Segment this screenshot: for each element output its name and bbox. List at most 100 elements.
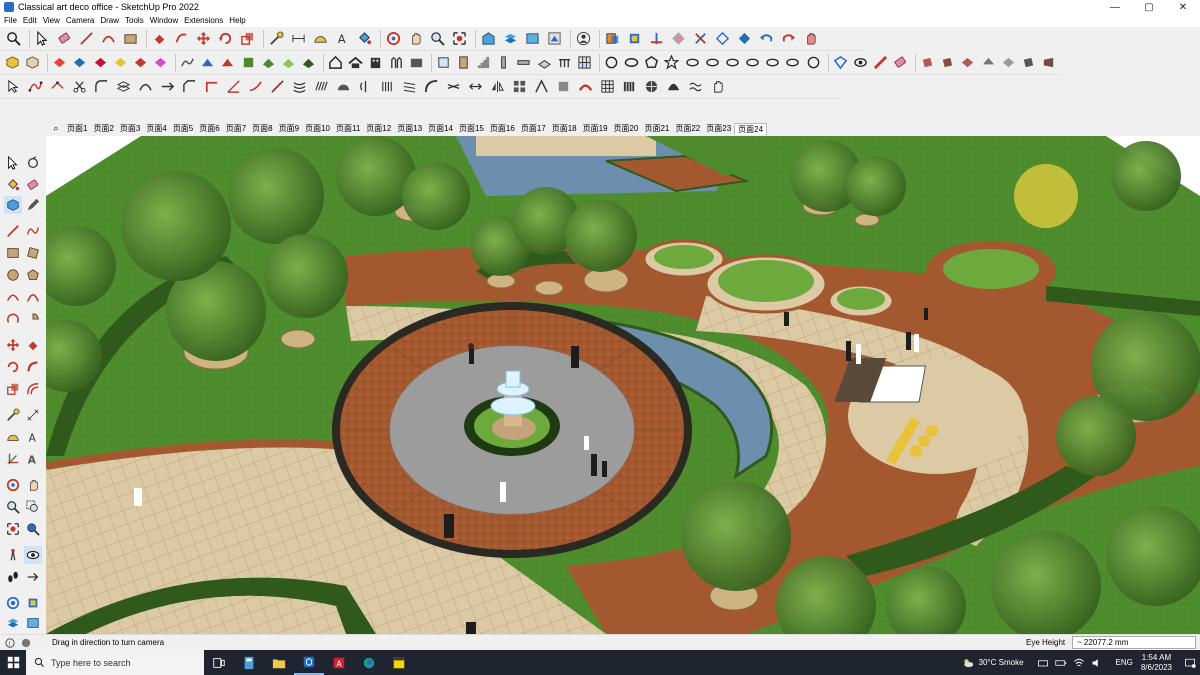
scene-tab-12[interactable]: 页面12 [363, 123, 394, 135]
axes-button[interactable] [647, 29, 666, 48]
weld-icon[interactable] [136, 77, 155, 96]
bars-icon[interactable] [620, 77, 639, 96]
zoom-tool-button[interactable] [428, 29, 447, 48]
solid-intersect-icon[interactable] [92, 53, 109, 72]
push-pull-tool-button[interactable] [150, 29, 169, 48]
user-account-icon[interactable] [574, 29, 593, 48]
scene-tab-17[interactable]: 页面17 [518, 123, 549, 135]
shape-tool-icon-g[interactable] [804, 53, 821, 72]
scene-tab-5[interactable]: 页面5 [170, 123, 196, 135]
scene-tab-9[interactable]: 页面9 [276, 123, 302, 135]
scissors-icon[interactable] [70, 77, 89, 96]
menu-window[interactable]: Window [150, 16, 178, 25]
group-box-icon[interactable] [24, 53, 41, 72]
sandbox-drape-icon[interactable] [260, 53, 277, 72]
notification-icon[interactable] [1180, 657, 1200, 669]
battery-icon[interactable] [1054, 656, 1068, 670]
line-tool-button[interactable] [77, 29, 96, 48]
orbit-icon[interactable] [4, 476, 22, 494]
wifi-icon[interactable] [1072, 656, 1086, 670]
circle-tool-icon[interactable] [603, 53, 620, 72]
styles-button[interactable] [545, 29, 564, 48]
scene-tab-10[interactable]: 页面10 [302, 123, 333, 135]
shape-tool-icon-a[interactable] [684, 53, 701, 72]
offset-tool-icon[interactable] [24, 380, 42, 398]
scene-tab-16[interactable]: 页面16 [487, 123, 518, 135]
tape-measure-tool-button[interactable] [267, 29, 286, 48]
two-point-arc-icon[interactable] [24, 288, 42, 306]
text-tool-button[interactable]: A [333, 29, 352, 48]
menu-edit[interactable]: Edit [23, 16, 37, 25]
curve-icon[interactable] [246, 77, 265, 96]
waves-icon[interactable] [686, 77, 705, 96]
follow-me-icon[interactable] [24, 358, 42, 376]
shaded-button[interactable] [735, 29, 754, 48]
file-explorer-icon[interactable] [264, 650, 294, 675]
fold-icon[interactable] [532, 77, 551, 96]
polygon-tool-icon[interactable] [643, 53, 660, 72]
fence-icon[interactable] [388, 53, 405, 72]
beam-tool-icon[interactable] [515, 53, 532, 72]
rectangle-icon[interactable] [4, 244, 22, 262]
offset-icon[interactable] [114, 77, 133, 96]
house-icon[interactable] [327, 53, 344, 72]
sandbox-detail-icon[interactable] [280, 53, 297, 72]
wireframe-button[interactable] [713, 29, 732, 48]
column-tool-icon[interactable] [495, 53, 512, 72]
rotate-tool-button[interactable] [216, 29, 235, 48]
hand-tool-button[interactable] [801, 29, 820, 48]
calculator-app-icon[interactable] [234, 650, 264, 675]
shape-tool-icon-f[interactable] [784, 53, 801, 72]
search-tool-button[interactable] [4, 29, 23, 48]
scene-search-icon[interactable]: ⌕ [48, 123, 64, 134]
model-viewport[interactable] [46, 136, 1200, 634]
hand-pointer-icon[interactable] [708, 77, 727, 96]
menu-file[interactable]: File [4, 16, 17, 25]
flip-icon[interactable] [488, 77, 507, 96]
windows-start-icon[interactable] [0, 650, 26, 675]
status-info-icon[interactable]: i [4, 637, 16, 649]
shape-tool-icon-c[interactable] [724, 53, 741, 72]
circle-icon[interactable] [4, 266, 22, 284]
scene-tab-21[interactable]: 页面21 [641, 123, 672, 135]
axes-icon[interactable] [4, 450, 22, 468]
push-pull-icon[interactable] [24, 336, 42, 354]
panel-icon[interactable] [554, 77, 573, 96]
solid-union-icon[interactable] [51, 53, 68, 72]
layers-button[interactable] [501, 29, 520, 48]
eraser-tool-button[interactable] [55, 29, 74, 48]
scene-tab-18[interactable]: 页面18 [549, 123, 580, 135]
menu-draw[interactable]: Draw [100, 16, 119, 25]
scene-tab-14[interactable]: 页面14 [425, 123, 456, 135]
window-tool-icon[interactable] [435, 53, 452, 72]
arc-icon[interactable] [4, 288, 22, 306]
star-tool-icon[interactable] [663, 53, 680, 72]
scene-tab-7[interactable]: 页面7 [223, 123, 249, 135]
sandbox-flip-edge-icon[interactable] [300, 53, 317, 72]
menu-tools[interactable]: Tools [125, 16, 144, 25]
outer-shell-icon[interactable] [152, 53, 169, 72]
paint-bucket-tool-button[interactable] [355, 29, 374, 48]
dimension-tool-button[interactable] [289, 29, 308, 48]
zoom-extents-tool-button[interactable] [450, 29, 469, 48]
sketchup-taskbar-icon[interactable] [294, 650, 324, 675]
menu-help[interactable]: Help [229, 16, 245, 25]
section-fill-button[interactable] [625, 29, 644, 48]
shape-tool-icon-e[interactable] [764, 53, 781, 72]
arc-tool-button[interactable] [99, 29, 118, 48]
scene-tab-3[interactable]: 页面3 [117, 123, 143, 135]
tag-icon[interactable] [832, 53, 849, 72]
extrude-icon-b[interactable] [939, 53, 956, 72]
rectangle-tool-button[interactable] [121, 29, 140, 48]
stair-tool-icon[interactable] [475, 53, 492, 72]
solid-split-icon[interactable] [132, 53, 149, 72]
solid-trim-icon[interactable] [112, 53, 129, 72]
skin-icon[interactable] [312, 77, 331, 96]
chamfer-icon[interactable] [180, 77, 199, 96]
door-tool-icon[interactable] [455, 53, 472, 72]
fillet-icon[interactable] [92, 77, 111, 96]
tape-measure-icon[interactable] [4, 406, 22, 424]
x-ray-button[interactable] [669, 29, 688, 48]
sticky-notes-icon[interactable] [384, 650, 414, 675]
pie-icon[interactable] [24, 310, 42, 328]
